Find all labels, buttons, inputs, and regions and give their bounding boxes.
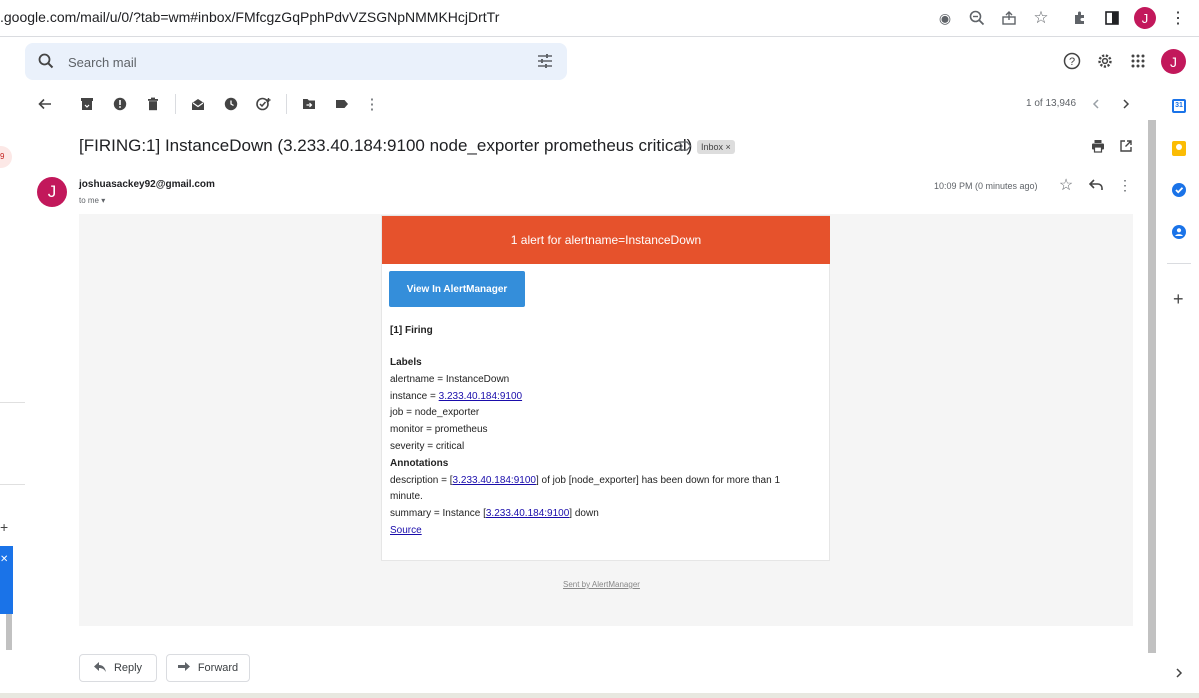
forward-icon xyxy=(177,661,190,675)
help-icon[interactable]: ? xyxy=(1062,51,1082,71)
account-avatar[interactable]: J xyxy=(1161,49,1186,74)
bottom-strip xyxy=(0,693,1199,698)
alert-card: 1 alert for alertname=InstanceDown View … xyxy=(381,215,830,561)
alert-banner: 1 alert for alertname=InstanceDown xyxy=(382,216,830,264)
label-monitor: monitor = prometheus xyxy=(390,424,488,435)
message-scrollbar[interactable] xyxy=(1148,120,1156,653)
forward-label: Forward xyxy=(197,662,239,674)
search-icon[interactable] xyxy=(38,53,54,74)
reply-arrow-icon[interactable] xyxy=(1086,175,1106,195)
labels-heading: Labels xyxy=(390,357,422,368)
contacts-icon[interactable] xyxy=(1172,225,1186,239)
extensions-icon[interactable] xyxy=(1070,8,1090,28)
sender-avatar[interactable]: J xyxy=(37,177,67,207)
view-in-alertmanager-button[interactable]: View In AlertManager xyxy=(389,271,525,307)
dropdown-caret-icon[interactable]: ▾ xyxy=(101,196,105,205)
side-panel: 31 + xyxy=(1159,80,1199,698)
newer-chevron-icon[interactable] xyxy=(1086,94,1106,114)
settings-gear-icon[interactable] xyxy=(1095,51,1115,71)
annotations-heading: Annotations xyxy=(390,458,449,469)
label-instance: instance = 3.233.40.184:9100 xyxy=(390,391,523,402)
more-options-icon[interactable]: ⋮ xyxy=(362,94,382,114)
browser-menu-icon[interactable]: ⋮ xyxy=(1168,8,1188,28)
add-label-icon[interactable]: + xyxy=(0,519,8,535)
side-popup-panel[interactable]: ✕ xyxy=(0,546,13,614)
sidebar-scrollbar[interactable] xyxy=(6,614,12,650)
label-job: job = node_exporter xyxy=(390,407,480,418)
snooze-clock-icon[interactable] xyxy=(221,94,241,114)
remove-label-icon[interactable]: × xyxy=(726,142,731,152)
close-icon[interactable]: ✕ xyxy=(0,546,13,565)
share-icon[interactable] xyxy=(999,8,1019,28)
side-panel-divider xyxy=(1167,263,1191,264)
summary-instance-link[interactable]: 3.233.40.184:9100 xyxy=(486,508,569,519)
search-bar[interactable]: Search mail xyxy=(25,43,567,80)
toolbar-divider xyxy=(175,94,176,114)
zoom-out-icon[interactable] xyxy=(967,8,987,28)
add-to-tasks-icon[interactable] xyxy=(254,94,274,114)
star-bookmark-icon[interactable]: ☆ xyxy=(1031,8,1051,28)
label-severity: severity = critical xyxy=(390,441,465,452)
search-input[interactable]: Search mail xyxy=(68,55,137,70)
label-alertname: alertname = InstanceDown xyxy=(390,374,510,385)
sidebar-divider xyxy=(0,402,25,403)
firing-heading: [1] Firing xyxy=(390,325,433,336)
email-subject: [FIRING:1] InstanceDown (3.233.40.184:91… xyxy=(79,136,693,155)
search-options-icon[interactable] xyxy=(537,54,553,73)
annotation-summary: summary = Instance [3.233.40.184:9100] d… xyxy=(390,508,599,519)
email-body: 1 alert for alertname=InstanceDown View … xyxy=(79,214,1133,626)
forward-button[interactable]: Forward xyxy=(166,654,250,682)
reply-icon xyxy=(93,661,106,675)
delete-icon[interactable] xyxy=(143,94,163,114)
unread-count-badge: 9 xyxy=(0,146,12,168)
annotation-description-cont: minute. xyxy=(390,491,423,502)
keep-notes-icon[interactable] xyxy=(1172,141,1186,156)
sender-email[interactable]: joshuasackey92@gmail.com xyxy=(79,179,215,190)
reply-button[interactable]: Reply xyxy=(79,654,157,682)
recipient-text: to me xyxy=(79,196,100,205)
page-count: 1 of 13,946 xyxy=(1026,98,1077,109)
report-spam-icon[interactable] xyxy=(110,94,130,114)
star-icon[interactable]: ☆ xyxy=(1056,175,1076,195)
message-timestamp: 10:09 PM (0 minutes ago) xyxy=(934,181,1038,191)
importance-marker-icon[interactable] xyxy=(677,139,692,158)
move-to-icon[interactable] xyxy=(299,94,319,114)
archive-icon[interactable] xyxy=(77,94,97,114)
browser-address-bar: .google.com/mail/u/0/?tab=wm#inbox/FMfcg… xyxy=(0,0,1199,37)
back-arrow-icon[interactable] xyxy=(35,94,55,114)
source-link[interactable]: Source xyxy=(390,525,422,536)
eye-icon[interactable]: ◉ xyxy=(935,8,955,28)
mark-unread-icon[interactable] xyxy=(188,94,208,114)
hide-side-panel-icon[interactable] xyxy=(1174,665,1184,683)
toolbar-divider xyxy=(286,94,287,114)
open-in-new-window-icon[interactable] xyxy=(1116,136,1136,156)
annotation-description: description = [3.233.40.184:9100] of job… xyxy=(390,475,781,486)
print-icon[interactable] xyxy=(1088,136,1108,156)
browser-profile-avatar[interactable]: J xyxy=(1134,7,1156,29)
inbox-label-chip[interactable]: Inbox × xyxy=(697,140,735,154)
recipient-details[interactable]: to me ▾ xyxy=(79,196,105,205)
get-add-ons-icon[interactable]: + xyxy=(1173,289,1184,310)
apps-grid-icon[interactable] xyxy=(1128,51,1148,71)
sidebar-divider xyxy=(0,484,25,485)
instance-link[interactable]: 3.233.40.184:9100 xyxy=(439,391,522,402)
message-more-icon[interactable]: ⋮ xyxy=(1115,175,1135,195)
svg-text:?: ? xyxy=(1069,56,1075,68)
tasks-icon[interactable] xyxy=(1172,183,1186,197)
inbox-label-text: Inbox xyxy=(701,142,724,152)
side-panel-icon[interactable] xyxy=(1102,8,1122,28)
sent-by-alertmanager-link[interactable]: Sent by AlertManager xyxy=(563,580,640,589)
url-text[interactable]: .google.com/mail/u/0/?tab=wm#inbox/FMfcg… xyxy=(0,9,499,25)
calendar-icon[interactable]: 31 xyxy=(1172,99,1186,113)
label-icon[interactable] xyxy=(332,94,352,114)
description-instance-link[interactable]: 3.233.40.184:9100 xyxy=(453,475,536,486)
older-chevron-icon[interactable] xyxy=(1116,94,1136,114)
reply-label: Reply xyxy=(113,662,143,674)
